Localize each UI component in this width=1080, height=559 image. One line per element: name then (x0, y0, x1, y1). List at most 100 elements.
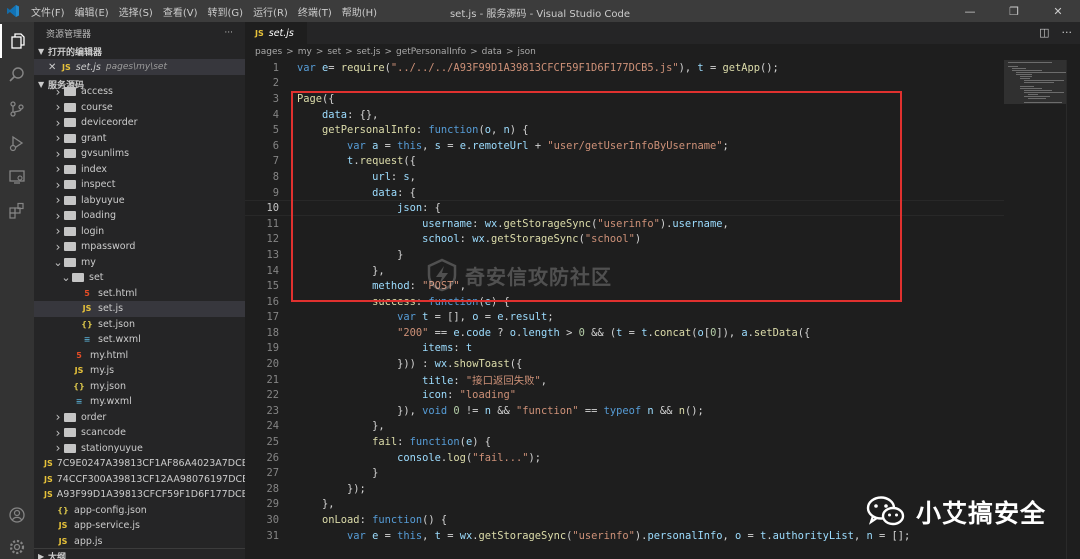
menu-go[interactable]: 转到(G) (203, 4, 249, 19)
tree-folder[interactable]: › order (34, 410, 245, 426)
source-control-icon[interactable] (0, 92, 34, 126)
code-token: , (540, 375, 548, 388)
tree-file[interactable]: {} my.json (34, 379, 245, 395)
tree-folder[interactable]: › login (34, 224, 245, 240)
search-icon[interactable] (0, 58, 34, 92)
menu-file[interactable]: 文件(F) (26, 4, 70, 19)
menu-help[interactable]: 帮助(H) (337, 4, 382, 19)
menu-terminal[interactable]: 终端(T) (293, 4, 337, 19)
line-text: console.log("fail..."); (281, 452, 541, 464)
remote-explorer-icon[interactable] (0, 160, 34, 194)
menu-edit[interactable]: 编辑(E) (70, 4, 114, 19)
more-actions-icon[interactable]: ··· (224, 28, 233, 38)
tab-set-js[interactable]: JS set.js (245, 22, 307, 44)
more-actions-icon[interactable]: ··· (1062, 26, 1073, 39)
breadcrumb-separator: > (470, 47, 478, 57)
line-number: 7 (272, 155, 279, 168)
tree-folder[interactable]: › loading (34, 208, 245, 224)
outline-section[interactable]: ▶ 大纲 (34, 548, 245, 559)
account-icon[interactable] (0, 498, 34, 532)
vertical-scrollbar[interactable] (1066, 60, 1080, 559)
line-number: 27 (266, 467, 279, 480)
run-debug-icon[interactable] (0, 126, 34, 160)
breadcrumb-item[interactable]: getPersonalInfo (396, 47, 466, 57)
tree-file[interactable]: JS 74CCF300A39813CF12AA98076197DCB5... (34, 472, 245, 488)
wechat-icon (866, 496, 905, 526)
open-editor-item[interactable]: ✕ JS set.js pages\my\set (34, 59, 245, 75)
tree-file[interactable]: JS app-service.js (34, 518, 245, 534)
line-text: }, (281, 498, 335, 510)
tree-item-label: scancode (81, 427, 126, 439)
code-token: != (459, 404, 485, 417)
tree-folder[interactable]: › mpassword (34, 239, 245, 255)
wxml-file-icon: ≡ (75, 397, 83, 407)
breadcrumb-item[interactable]: pages (255, 47, 282, 57)
tree-file[interactable]: JS app.js (34, 534, 245, 550)
open-editors-section[interactable]: ▼ 打开的编辑器 (34, 44, 245, 59)
code-token: ) { (472, 436, 491, 449)
tree-item-label: set.wxml (98, 334, 141, 346)
tree-file[interactable]: {} app-config.json (34, 503, 245, 519)
folder-icon (64, 118, 76, 128)
wxml-file-icon: ≡ (83, 335, 91, 345)
maximize-icon[interactable]: ❐ (992, 0, 1036, 22)
menu-run[interactable]: 运行(R) (248, 4, 293, 19)
tree-folder[interactable]: › stationyuyue (34, 441, 245, 457)
code-line: 20 })) : wx.showToast({ (245, 356, 1005, 372)
tree-item-label: app-service.js (74, 520, 140, 532)
code-token: ]), (716, 326, 742, 339)
code-token: items (422, 342, 454, 355)
tree-item-label: gvsunlims (81, 148, 130, 160)
extensions-icon[interactable] (0, 194, 34, 228)
tree-file[interactable]: JS 7C9E0247A39813CF1AF86A4023A7DCB5... (34, 456, 245, 472)
tree-folder[interactable]: › course (34, 100, 245, 116)
breadcrumb-item[interactable]: set (327, 47, 341, 57)
tree-file[interactable]: {} set.json (34, 317, 245, 333)
minimap[interactable] (1004, 60, 1066, 559)
code-token: typeof (603, 404, 648, 417)
minimap-viewport[interactable] (1004, 60, 1066, 104)
tree-folder[interactable]: ⌄ my (34, 255, 245, 271)
tree-file[interactable]: ≡ my.wxml (34, 394, 245, 410)
tree-folder[interactable]: ⌄ set (34, 270, 245, 286)
breadcrumb-item[interactable]: data (482, 47, 502, 57)
close-editor-icon[interactable]: ✕ (48, 62, 62, 73)
tree-folder[interactable]: › index (34, 162, 245, 178)
tree-folder[interactable]: › access (34, 84, 245, 100)
settings-gear-icon[interactable] (0, 530, 34, 559)
close-icon[interactable]: ✕ (1036, 0, 1080, 22)
explorer-icon[interactable] (0, 24, 34, 58)
line-text: }, (281, 420, 385, 432)
breadcrumb-item[interactable]: my (298, 47, 312, 57)
tree-folder[interactable]: › scancode (34, 425, 245, 441)
tree-folder[interactable]: › labyuyue (34, 193, 245, 209)
line-number: 17 (266, 311, 279, 324)
menu-view[interactable]: 查看(V) (158, 4, 203, 19)
line-number: 11 (266, 217, 279, 230)
line-number: 15 (266, 280, 279, 293)
tree-item-label: 7C9E0247A39813CF1AF86A4023A7DCB5... (56, 458, 245, 470)
tree-file[interactable]: ≡ set.wxml (34, 332, 245, 348)
breadcrumb-item[interactable]: set.js (357, 47, 381, 57)
minimize-icon[interactable]: — (948, 0, 992, 22)
breadcrumb-item[interactable]: json (517, 47, 535, 57)
tree-file[interactable]: JS set.js (34, 301, 245, 317)
tree-folder[interactable]: › deviceorder (34, 115, 245, 131)
split-editor-icon[interactable]: ◫ (1039, 26, 1049, 39)
tree-file[interactable]: 5 set.html (34, 286, 245, 302)
explorer-header: 资源管理器 ··· (34, 22, 245, 44)
code-token: = (378, 529, 398, 542)
menu-selection[interactable]: 选择(S) (114, 4, 158, 19)
tree-folder[interactable]: › inspect (34, 177, 245, 193)
tree-folder[interactable]: › grant (34, 131, 245, 147)
tree-file[interactable]: 5 my.html (34, 348, 245, 364)
tree-folder[interactable]: › gvsunlims (34, 146, 245, 162)
tree-file[interactable]: JS A93F99D1A39813CFCF59F1D6F177DCB5... (34, 487, 245, 503)
watermark-shield-icon (427, 258, 457, 292)
code-token: "function" (516, 404, 579, 417)
tree-file[interactable]: JS my.js (34, 363, 245, 379)
code-token: length (522, 326, 560, 339)
